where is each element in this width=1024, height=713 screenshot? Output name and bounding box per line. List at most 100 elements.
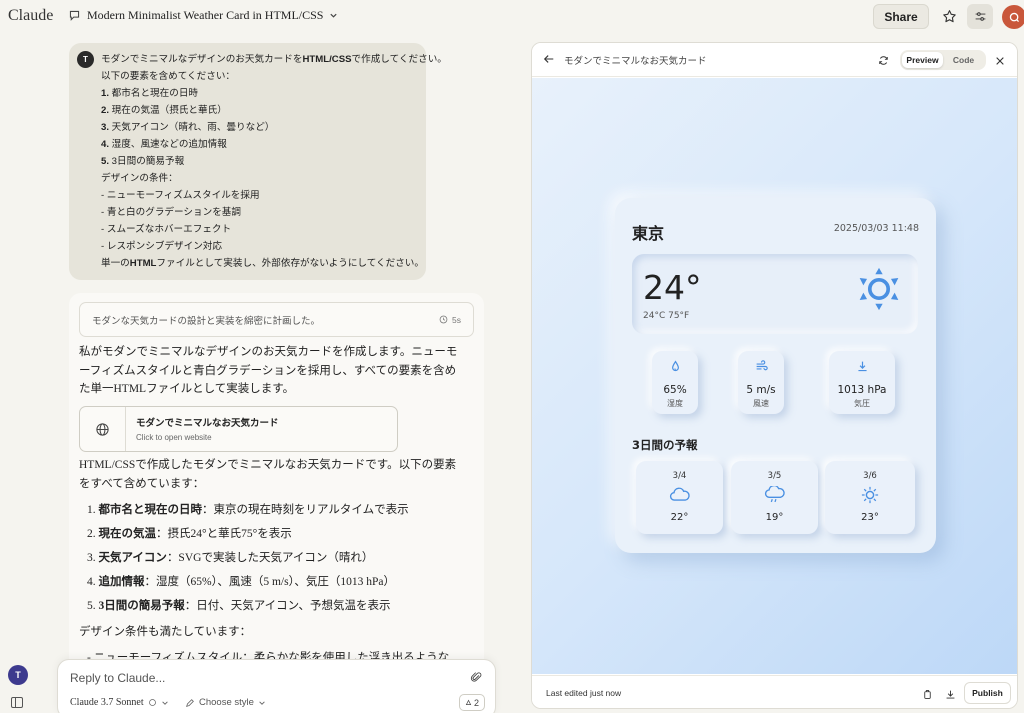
top-bar: Claude Modern Minimalist Weather Card in… [0, 0, 1024, 34]
user-avatar[interactable] [1002, 5, 1024, 29]
weather-card[interactable]: 東京 2025/03/03 11:48 24° 24°C 75°F 65% 湿度… [615, 198, 936, 553]
clock-icon [439, 315, 448, 324]
forecast-temp: 23° [861, 512, 879, 523]
user-message-line: - スムーズなホバーエフェクト [101, 224, 232, 235]
thinking-summary[interactable]: モダンな天気カードの設計と実装を綿密に計画した。 5s [79, 302, 474, 337]
attachments-button[interactable]: 2 [459, 694, 485, 711]
wind-value: 5 m/s [746, 384, 776, 396]
download-icon[interactable] [945, 687, 956, 705]
star-icon[interactable] [938, 5, 960, 27]
attachment-stack-icon [465, 699, 472, 705]
model-name: Claude 3.7 Sonnet [70, 697, 144, 708]
sun-icon [825, 486, 915, 506]
paperclip-icon[interactable] [470, 671, 483, 689]
forecast-date: 3/5 [767, 471, 782, 481]
weather-city: 東京 [632, 224, 665, 243]
artifact-panel-title: モダンでミニマルなお天気カード [564, 57, 707, 67]
forecast-day[interactable]: 3/6 23° [825, 461, 915, 534]
forecast-day[interactable]: 3/5 19° [731, 461, 818, 534]
user-message-line: - ニューモーフィズムスタイルを採用 [101, 190, 260, 201]
tab-code[interactable]: Code [943, 52, 984, 68]
chevron-down-icon [161, 700, 168, 705]
cloud-icon [636, 486, 723, 506]
chevron-down-icon [330, 13, 338, 18]
user-message-line: 5. 3日間の簡易予報 [101, 156, 185, 167]
forecast-date: 3/4 [672, 471, 687, 481]
view-toggle: Preview Code [900, 50, 986, 70]
user-message-avatar: T [77, 51, 94, 68]
thinking-duration: 5s [452, 314, 461, 325]
back-arrow-icon[interactable] [543, 52, 555, 70]
last-edited-status: Last edited just now [546, 688, 622, 698]
globe-icon [80, 407, 126, 451]
humidity-value: 65% [663, 384, 687, 396]
user-message-line: 3. 天気アイコン（晴れ、雨、曇りなど） [101, 122, 275, 133]
user-message-line: - 青と白のグラデーションを基調 [101, 207, 241, 218]
list-item: 3. 天気アイコン：SVGで実装した天気アイコン（晴れ） [87, 552, 374, 564]
thinking-mode-icon [148, 699, 156, 706]
pressure-stat[interactable]: 1013 hPa 気圧 [829, 351, 895, 414]
user-message-line: 以下の要素を含めてください： [101, 71, 236, 82]
wind-stat[interactable]: 5 m/s 風速 [738, 351, 784, 414]
assistant-summary: HTML/CSSで作成したモダンでミニマルなお天気カードです。以下の要素 をすべ… [79, 459, 457, 490]
user-message-line: 1. 都市名と現在の日時 [101, 88, 199, 99]
user-message-line: 2. 現在の気温（摂氏と華氏） [101, 105, 227, 116]
reply-input[interactable]: Reply to Claude... [70, 671, 165, 685]
rain-icon [731, 486, 818, 506]
current-weather-panel: 24° 24°C 75°F [632, 254, 918, 334]
pressure-value: 1013 hPa [837, 384, 887, 396]
tab-preview[interactable]: Preview [902, 52, 943, 68]
user-message-line: 単一のHTMLファイルとして実装し、外部依存がないようにしてください。 [101, 258, 424, 269]
user-message-line: 4. 湿度、風速などの追加情報 [101, 139, 227, 150]
style-selector[interactable]: Choose style [185, 697, 266, 708]
user-message: T モダンでミニマルなデザインのお天気カードをHTML/CSSで作成してください… [69, 43, 447, 280]
copy-icon[interactable] [922, 687, 933, 705]
forecast-day[interactable]: 3/4 22° [636, 461, 723, 534]
sidebar-user-avatar[interactable]: T [8, 665, 28, 685]
humidity-icon [652, 360, 698, 376]
assistant-message: モダンな天気カードの設計と実装を綿密に計画した。 5s 私がモダンでミニマルなデ… [69, 293, 484, 713]
attachment-count: 2 [473, 697, 479, 708]
artifact-card[interactable]: モダンでミニマルなお天気カード Click to open website [79, 406, 398, 452]
list-item: 4. 追加情報：湿度（65%）、風速（5 m/s）、気圧（1013 hPa） [87, 576, 395, 588]
wind-label: 風速 [753, 399, 769, 408]
chat-bubble-icon [69, 10, 80, 21]
app-brand[interactable]: Claude [8, 7, 53, 25]
sidebar-toggle-icon[interactable] [11, 697, 23, 708]
list-item: 2. 現在の気温：摂氏24°と華氏75°を表示 [87, 528, 292, 540]
conditions-line: デザイン条件も満たしています： [79, 626, 252, 638]
conversation-title-button[interactable]: Modern Minimalist Weather Card in HTML/C… [68, 8, 338, 23]
artifact-card-title: モダンでミニマルなお天気カード [136, 418, 279, 429]
humidity-stat[interactable]: 65% 湿度 [652, 351, 698, 414]
assistant-intro: 私がモダンでミニマルなデザインのお天気カードを作成します。ニューモ ーフィズムス… [79, 346, 458, 395]
weather-datetime: 2025/03/03 11:48 [833, 223, 919, 234]
artifact-panel: モダンでミニマルなお天気カード Preview Code 東京 2025/03/… [531, 42, 1018, 709]
pressure-icon [829, 360, 895, 376]
forecast-title: 3日間の予報 [632, 438, 698, 452]
pressure-label: 気圧 [854, 399, 870, 408]
forecast-date: 3/6 [863, 471, 877, 481]
artifact-preview: 東京 2025/03/03 11:48 24° 24°C 75°F 65% 湿度… [532, 78, 1017, 674]
model-selector[interactable]: Claude 3.7 Sonnet [70, 697, 169, 708]
share-button[interactable]: Share [873, 4, 929, 29]
thinking-label: モダンな天気カードの設計と実装を綿密に計画した。 [92, 316, 321, 327]
artifact-panel-footer: Last edited just now Publish [532, 675, 1017, 708]
list-item: 1. 都市名と現在の日時：東京の現在時刻をリアルタイムで表示 [87, 504, 409, 516]
sun-icon [856, 266, 902, 316]
conversation-title: Modern Minimalist Weather Card in HTML/C… [87, 8, 324, 22]
forecast-temp: 22° [670, 512, 689, 523]
settings-sliders-icon[interactable] [967, 4, 993, 29]
forecast-temp: 19° [765, 512, 784, 523]
feature-list: 1. 都市名と現在の日時：東京の現在時刻をリアルタイムで表示 2. 現在の気温：… [87, 501, 409, 621]
user-message-line: モダンでミニマルなデザインのお天気カードをHTML/CSSで作成してください。 [101, 54, 447, 65]
close-icon[interactable] [995, 53, 1005, 71]
style-label: Choose style [199, 697, 254, 708]
reply-box[interactable]: Reply to Claude... Claude 3.7 Sonnet Cho… [57, 659, 496, 713]
artifact-card-subtitle: Click to open website [136, 433, 212, 442]
list-item: 5. 3日間の簡易予報：日付、天気アイコン、予想気温を表示 [87, 600, 391, 612]
user-message-line: - レスポンシブデザイン対応 [101, 241, 222, 252]
publish-button[interactable]: Publish [964, 682, 1011, 704]
pen-icon [186, 698, 194, 707]
refresh-icon[interactable] [878, 53, 889, 71]
humidity-label: 湿度 [667, 399, 683, 408]
